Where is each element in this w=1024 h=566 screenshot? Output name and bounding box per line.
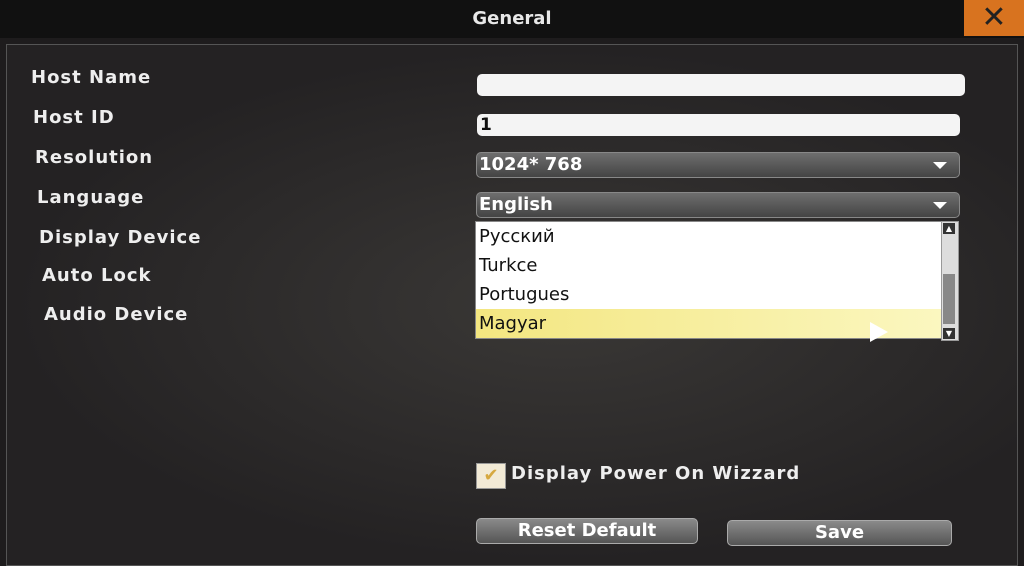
- language-option[interactable]: Portugues: [476, 280, 942, 309]
- language-value: English: [479, 194, 553, 215]
- window-title: General: [472, 8, 552, 29]
- auto-lock-label: Auto Lock: [42, 265, 152, 286]
- chevron-down-icon: [933, 162, 947, 169]
- scroll-up-icon[interactable]: ▲: [943, 223, 955, 234]
- save-button[interactable]: Save: [727, 520, 952, 546]
- reset-default-button[interactable]: Reset Default: [476, 518, 698, 544]
- language-option[interactable]: Русский: [476, 222, 942, 251]
- host-id-label: Host ID: [33, 107, 115, 128]
- wizard-checkbox[interactable]: ✔: [476, 463, 506, 489]
- close-icon[interactable]: ✕: [964, 0, 1024, 36]
- mouse-cursor-icon: [870, 322, 888, 342]
- checkmark-icon: ✔: [483, 465, 499, 486]
- resolution-value: 1024* 768: [479, 154, 583, 175]
- resolution-label: Resolution: [35, 147, 154, 168]
- language-label: Language: [37, 187, 145, 208]
- scroll-down-icon[interactable]: ▼: [943, 328, 955, 339]
- language-select[interactable]: English: [476, 192, 960, 218]
- display-device-label: Display Device: [39, 227, 202, 248]
- dropdown-scrollbar[interactable]: ▲ ▼: [941, 221, 959, 341]
- chevron-down-icon: [933, 202, 947, 209]
- host-id-input[interactable]: 1: [477, 114, 960, 136]
- language-option[interactable]: Turkce: [476, 251, 942, 280]
- scrollbar-thumb[interactable]: [943, 274, 955, 324]
- host-name-label: Host Name: [31, 67, 152, 88]
- host-name-input[interactable]: [477, 74, 965, 96]
- title-bar: General ✕: [0, 0, 1024, 38]
- wizard-label: Display Power On Wizzard: [511, 463, 801, 484]
- audio-device-label: Audio Device: [44, 304, 189, 325]
- resolution-select[interactable]: 1024* 768: [476, 152, 960, 178]
